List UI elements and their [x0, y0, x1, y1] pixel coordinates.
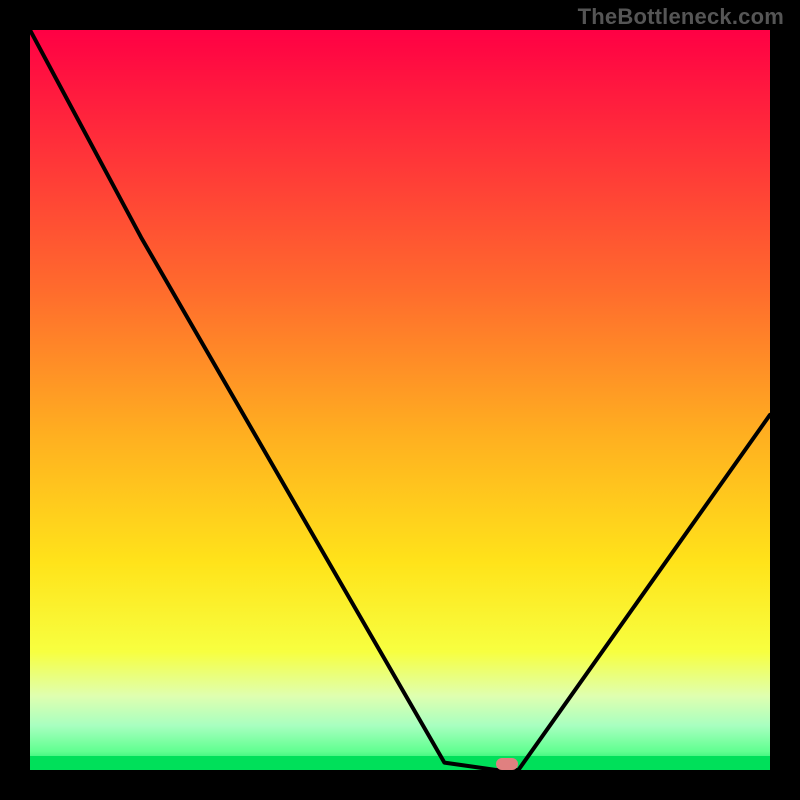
bottleneck-curve: [30, 30, 770, 770]
chart-frame: TheBottleneck.com: [0, 0, 800, 800]
optimal-marker: [496, 758, 518, 770]
plot-area: [30, 30, 770, 770]
watermark-text: TheBottleneck.com: [578, 4, 784, 30]
